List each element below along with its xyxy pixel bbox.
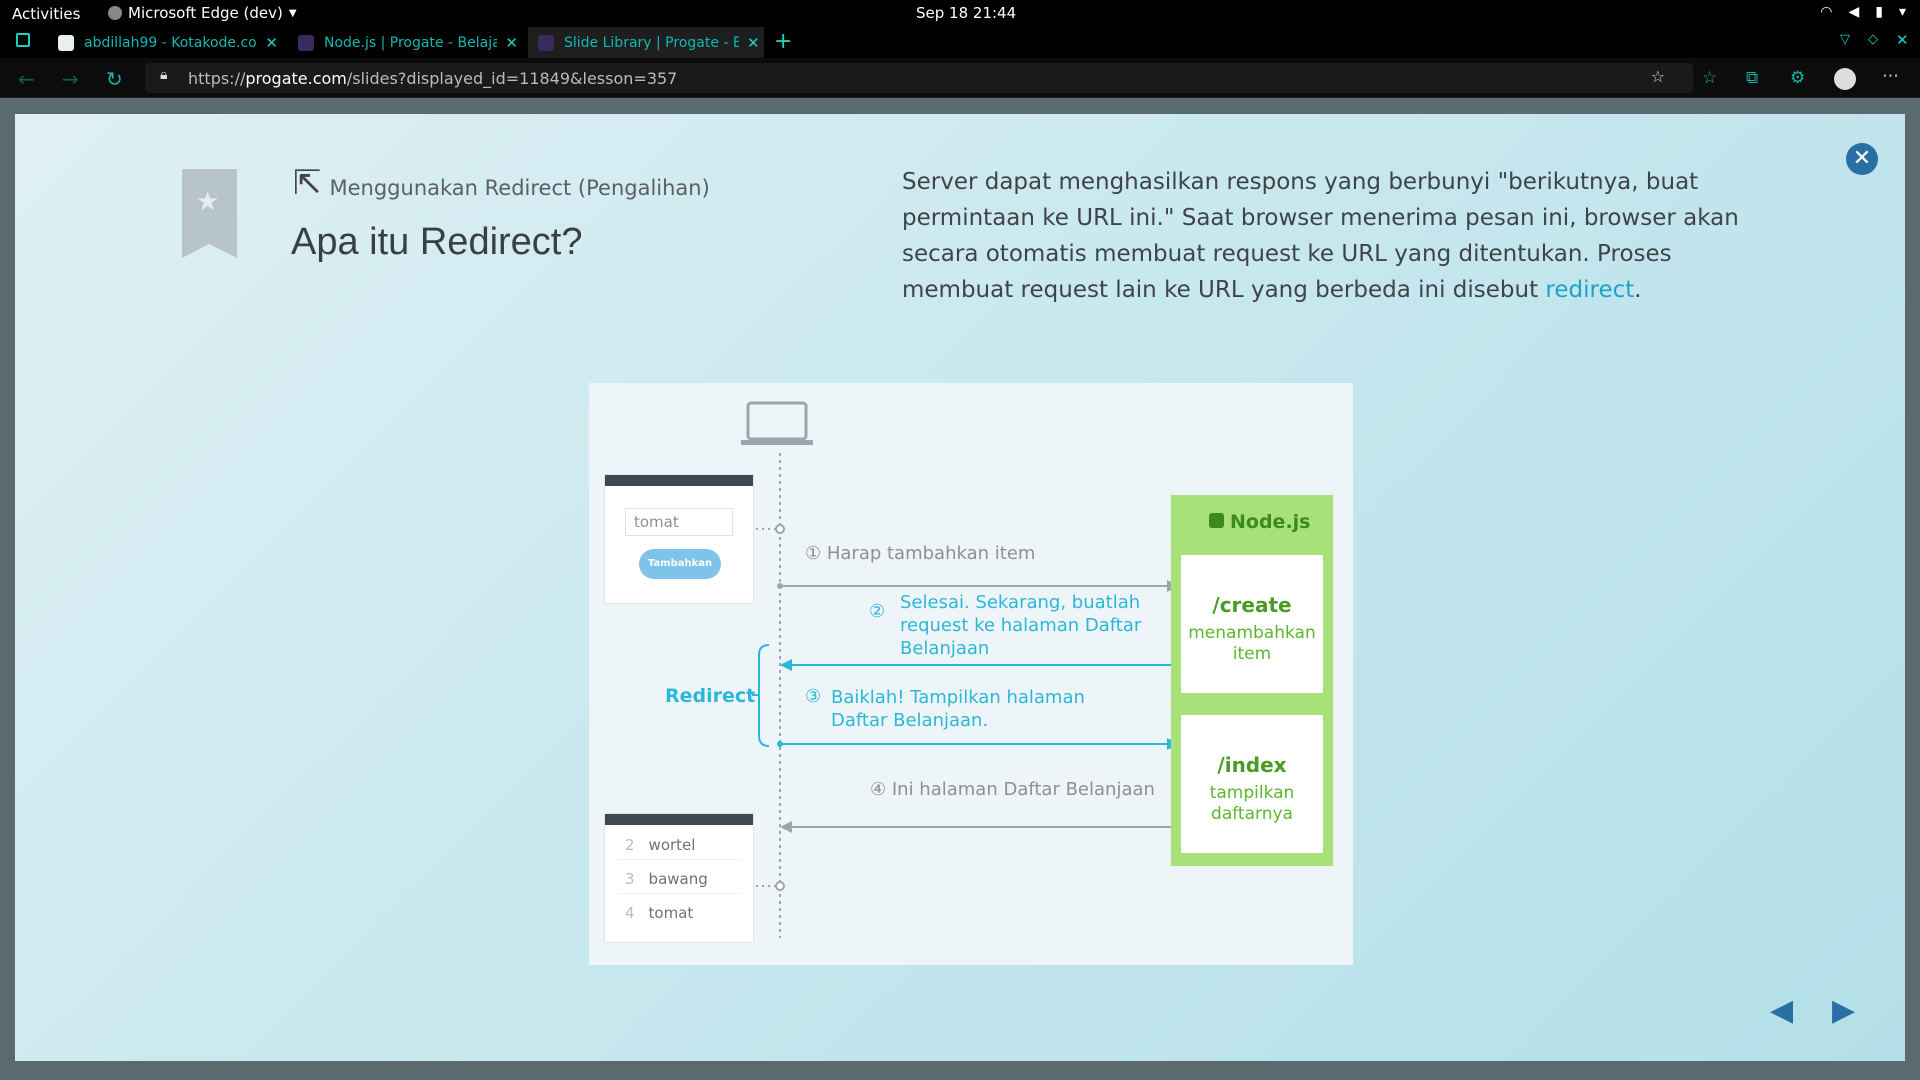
section-title: Menggunakan Redirect (Pengalihan): [329, 176, 710, 200]
route-description: daftarnya: [1211, 804, 1293, 824]
new-tab-icon[interactable]: +: [774, 29, 792, 54]
mini-browser-titlebar: [605, 814, 753, 825]
list-item-number: 4: [625, 904, 635, 922]
form-button: Tambahkan: [639, 549, 721, 579]
battery-icon: ▮: [1875, 4, 1883, 20]
forward-icon[interactable]: →: [62, 67, 79, 91]
url-path: /slides?displayed_id=11849&lesson=357: [346, 68, 678, 88]
add-favorite-icon[interactable]: ☆: [1651, 67, 1665, 86]
list-item: 4 tomat: [617, 898, 741, 928]
step-4-label: ④ Ini halaman Daftar Belanjaan: [870, 779, 1155, 800]
tab-slide-library[interactable]: Slide Library | Progate - Belajar ✕: [528, 27, 764, 58]
step-1-label: ① Harap tambahkan item: [805, 543, 1036, 564]
step-3-line: Daftar Belanjaan.: [831, 710, 989, 731]
nodejs-label: Node.js: [1230, 511, 1311, 533]
list-item-number: 3: [625, 870, 635, 888]
url-scheme: https://: [188, 68, 246, 88]
step-3-label: Baiklah! Tampilkan halaman Daftar Belanj…: [831, 686, 1085, 732]
back-icon[interactable]: ←: [18, 67, 35, 91]
more-menu-icon[interactable]: ⋯: [1882, 66, 1899, 86]
form-input: tomat: [625, 508, 733, 536]
url-host: progate.com: [245, 68, 347, 88]
star-icon: ★: [196, 187, 220, 217]
redirect-label: Redirect: [665, 685, 756, 707]
chevron-down-icon: ▼: [288, 7, 297, 19]
route-description: menambahkan: [1188, 623, 1316, 643]
step-3-line: Baiklah! Tampilkan halaman: [831, 687, 1085, 708]
tab-diamond-icon: ◇: [1868, 32, 1878, 47]
close-tab-icon[interactable]: ✕: [505, 34, 518, 52]
tab-title: Slide Library | Progate - Belajar: [564, 34, 739, 51]
collections-icon[interactable]: ⧉: [1746, 68, 1758, 88]
step-2-line: Selesai. Sekarang, buatlah: [900, 592, 1141, 613]
slide-description: Server dapat menghasilkan respons yang b…: [902, 164, 1752, 308]
address-bar[interactable]: 🔒︎ https://progate.com/slides?displayed_…: [145, 63, 1693, 93]
route-description: tampilkan: [1209, 783, 1295, 803]
tab-title: abdillah99 - Kotakode.com: [84, 34, 258, 51]
list-item: 3 bawang: [617, 864, 741, 894]
favorites-icon[interactable]: ☆: [1702, 68, 1717, 88]
route-path: /create: [1212, 593, 1292, 617]
window-close-icon[interactable]: ✕: [1896, 31, 1909, 49]
route-create: /create menambahkan item: [1181, 555, 1323, 693]
slide-title: Apa itu Redirect?: [291, 221, 583, 263]
app-name: Microsoft Edge (dev): [128, 4, 283, 22]
next-slide-button[interactable]: ▶: [1832, 993, 1855, 1028]
step-2-line: request ke halaman Daftar: [900, 615, 1142, 636]
close-modal-button[interactable]: ✕: [1846, 143, 1878, 175]
activities-button[interactable]: Activities: [12, 5, 80, 23]
list-item-number: 2: [625, 836, 635, 854]
wifi-icon: ◠: [1820, 4, 1833, 20]
tab-kotakode[interactable]: abdillah99 - Kotakode.com ✕: [48, 27, 278, 58]
lock-icon[interactable]: 🔒︎: [160, 67, 167, 83]
redirect-diagram: tomat Tambahkan 2 wortel 3 bawang 4 tomat ①…: [589, 383, 1353, 965]
slide-modal: ★ ⇱ Menggunakan Redirect (Pengalihan) Ap…: [15, 114, 1905, 1061]
step-2-label: Selesai. Sekarang, buatlah request ke ha…: [900, 591, 1141, 660]
nodejs-icon: [1209, 513, 1224, 528]
nodejs-header: Node.js: [1209, 511, 1310, 533]
power-menu-icon: ▾: [1898, 4, 1906, 20]
list-item-name: bawang: [648, 870, 708, 888]
clock[interactable]: Sep 18 21:44: [916, 4, 1016, 22]
list-item-name: wortel: [648, 836, 696, 854]
description-highlight: redirect: [1545, 277, 1635, 303]
list-item: 2 wortel: [617, 830, 741, 860]
extensions-icon[interactable]: ⚙: [1790, 68, 1805, 88]
page-content: ★ ⇱ Menggunakan Redirect (Pengalihan) Ap…: [0, 98, 1920, 1080]
profile-avatar[interactable]: [1834, 68, 1856, 90]
edge-icon: [108, 6, 122, 20]
progate-favicon-icon: [538, 34, 554, 51]
tab-list-chevron-icon[interactable]: ▽: [1840, 32, 1850, 47]
list-item-name: tomat: [648, 904, 694, 922]
tab-title: Node.js | Progate - Belajar: [324, 34, 498, 51]
mini-browser-list: 2 wortel 3 bawang 4 tomat: [604, 813, 754, 943]
app-menu[interactable]: Microsoft Edge (dev) ▼: [108, 4, 297, 22]
route-index: /index tampilkan daftarnya: [1181, 715, 1323, 853]
kotakode-favicon-icon: [58, 34, 74, 51]
system-tray[interactable]: ◠ ◀ ▮ ▾: [1820, 4, 1906, 20]
reload-icon[interactable]: ↻: [106, 67, 123, 91]
external-link-icon: ⇱: [293, 163, 322, 203]
close-tab-icon[interactable]: ✕: [265, 34, 278, 52]
previous-slide-button[interactable]: ◀: [1770, 993, 1793, 1028]
mini-browser-form: tomat Tambahkan: [604, 474, 754, 604]
volume-icon: ◀: [1848, 4, 1860, 20]
mini-browser-titlebar: [605, 475, 753, 486]
step-2-line: Belanjaan: [900, 638, 990, 659]
step-3-marker: ③: [805, 686, 822, 707]
route-description: item: [1232, 644, 1272, 664]
progate-favicon-icon: [298, 34, 314, 51]
navigation-bar: ← → ↻ 🔒︎ https://progate.com/slides?disp…: [0, 58, 1920, 98]
route-path: /index: [1217, 753, 1287, 777]
tab-actions-icon[interactable]: [16, 33, 30, 47]
nodejs-server: Node.js /create menambahkan item /index …: [1171, 495, 1333, 866]
bookmark-ribbon[interactable]: ★: [182, 169, 237, 258]
close-tab-icon[interactable]: ✕: [747, 34, 760, 52]
system-top-bar: Activities Microsoft Edge (dev) ▼ Sep 18…: [0, 0, 1920, 27]
tab-strip: abdillah99 - Kotakode.com ✕ Node.js | Pr…: [0, 27, 1920, 58]
step-2-marker: ②: [869, 601, 886, 622]
description-end: .: [1634, 277, 1642, 303]
tab-progate-nodejs[interactable]: Node.js | Progate - Belajar ✕: [288, 27, 518, 58]
slide-section: ⇱ Menggunakan Redirect (Pengalihan): [293, 166, 710, 200]
